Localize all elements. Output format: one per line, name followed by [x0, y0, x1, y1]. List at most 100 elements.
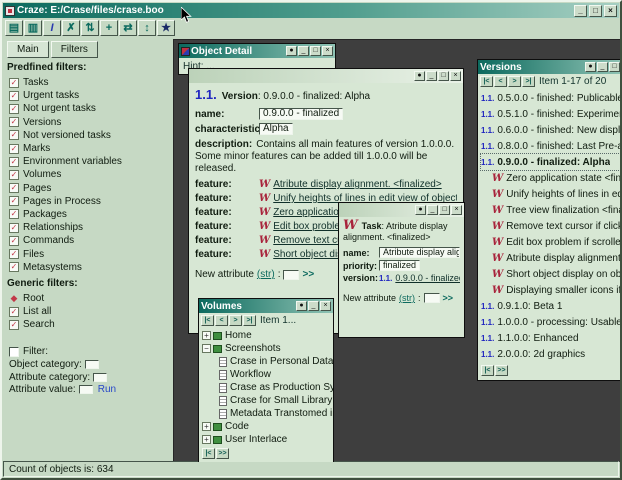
filter-item-not-versioned-tasks[interactable]: ✓ Not versioned tasks — [7, 129, 171, 142]
delete-button[interactable]: ✗ — [62, 20, 80, 36]
object-category-input[interactable] — [84, 360, 99, 370]
swap-button[interactable]: ⇄ — [119, 20, 137, 36]
next-page-button[interactable]: >> — [216, 448, 229, 459]
export-button[interactable]: ▥ — [24, 20, 42, 36]
version-ref-link[interactable]: 0.9.0.0 - finalized: Alpha — [395, 273, 460, 283]
version-item[interactable]: 1.1. 2.0.0.0: 2d graphics — [481, 346, 620, 362]
volume-page[interactable]: Crase as Production Syst — [202, 381, 333, 394]
new-attribute-input[interactable] — [283, 269, 300, 280]
first-page-button[interactable]: |< — [480, 76, 493, 87]
window-minimize-button[interactable]: _ — [308, 301, 319, 311]
version-item-selected[interactable]: 1.1. 0.9.0.0 - finalized: Alpha — [480, 153, 620, 171]
volume-page[interactable]: Metadata Transtomed in — [202, 407, 333, 420]
window-minimize-button[interactable]: _ — [426, 71, 437, 81]
filter-checkbox[interactable] — [9, 346, 19, 357]
prev-page-button[interactable]: < — [215, 315, 228, 326]
expand-link[interactable]: >> — [302, 269, 314, 280]
task-item[interactable]: WTree view finalization <finalized> — [481, 202, 620, 218]
filter-item-environment-variables[interactable]: ✓ Environment variables — [7, 155, 171, 168]
name-input[interactable]: 0.9.0.0 - finalized — [259, 108, 344, 120]
filter-item-relationships[interactable]: ✓ Relationships — [7, 221, 171, 234]
version-window-titlebar[interactable]: ● _ □ × — [189, 69, 463, 83]
window-maximize-button[interactable]: □ — [438, 71, 449, 81]
window-maximize-button[interactable]: □ — [439, 205, 450, 215]
first-page-button[interactable]: |< — [201, 315, 214, 326]
attribute-category-input[interactable] — [93, 372, 108, 382]
volume-folder-user-interlace[interactable]: + User Interlace — [202, 433, 333, 446]
filter-item-metasystems[interactable]: ✓ Metasystems — [7, 261, 171, 274]
window-circle-button[interactable]: ● — [296, 301, 307, 311]
filter-item-marks[interactable]: ✓ Marks — [7, 142, 171, 155]
version-item[interactable]: 1.1. 1.1.0.0: Enhanced — [481, 330, 620, 346]
characteristic-input[interactable]: Alpha — [259, 123, 293, 135]
task-item[interactable]: WShort object display on object — [481, 266, 620, 282]
task-window-titlebar[interactable]: ● _ □ × — [339, 203, 464, 217]
task-item[interactable]: WEdit box problem if scrolled m — [481, 234, 620, 250]
attribute-value-input[interactable] — [78, 385, 93, 395]
task-item[interactable]: WAtribute display alignment. <fin — [481, 250, 620, 266]
filter-item-urgent-tasks[interactable]: ✓ Urgent tasks — [7, 89, 171, 102]
str-link[interactable]: (str) — [399, 293, 415, 303]
new-attribute-input[interactable] — [423, 293, 440, 303]
next-page-button[interactable]: > — [508, 76, 521, 87]
last-page-button[interactable]: >| — [522, 76, 535, 87]
resize-button[interactable]: ↕ — [138, 20, 156, 36]
volume-page[interactable]: Crase in Personal Databa — [202, 355, 333, 368]
object-detail-titlebar[interactable]: Object Detail ● _ □ × — [179, 44, 335, 58]
versions-titlebar[interactable]: Versions ● _ □ — [478, 60, 620, 74]
window-circle-button[interactable]: ● — [286, 46, 297, 56]
version-item[interactable]: 1.1.0.8.0.0 - finished: Last Pre-alpha — [481, 138, 620, 154]
str-link[interactable]: (str) — [257, 269, 275, 280]
window-close-button[interactable]: × — [450, 71, 461, 81]
expand-link[interactable]: >> — [443, 293, 454, 303]
filter-item-search[interactable]: ✓ Search — [7, 318, 171, 331]
volume-folder-code[interactable]: + Code — [202, 420, 333, 433]
feature-link[interactable]: Atribute display alignment. <finalized> — [273, 179, 441, 190]
window-minimize-button[interactable]: _ — [298, 46, 309, 56]
window-circle-button[interactable]: ● — [585, 62, 596, 72]
filter-item-tasks[interactable]: ✓ Tasks — [7, 76, 171, 89]
filter-item-pages[interactable]: ✓ Pages — [7, 182, 171, 195]
next-page-button[interactable]: >> — [495, 365, 508, 376]
collapse-icon[interactable]: − — [202, 344, 211, 353]
window-minimize-button[interactable]: _ — [427, 205, 438, 215]
last-page-button[interactable]: >| — [243, 315, 256, 326]
volume-folder-home[interactable]: + Home — [202, 329, 333, 342]
prev-page-button[interactable]: < — [494, 76, 507, 87]
volume-page[interactable]: Crase for Small Library M — [202, 394, 333, 407]
version-item[interactable]: 1.1. 0.5.0.0 - finished: Publicable — [481, 90, 620, 106]
volumes-titlebar[interactable]: Volumes ● _ × — [199, 299, 333, 313]
version-item[interactable]: 1.1. 0.9.1.0: Beta 1 — [481, 298, 620, 314]
filter-item-root[interactable]: ◆ Root — [7, 292, 171, 305]
window-circle-button[interactable]: ● — [415, 205, 426, 215]
add-button[interactable]: + — [100, 20, 118, 36]
window-close-button[interactable]: × — [320, 301, 331, 311]
task-item[interactable]: WUnify heights of lines in edit view — [481, 186, 620, 202]
filter-item-commands[interactable]: ✓ Commands — [7, 234, 171, 247]
window-maximize-button[interactable]: □ — [609, 62, 620, 72]
expand-icon[interactable]: + — [202, 435, 211, 444]
volume-page[interactable]: Workflow — [202, 368, 333, 381]
window-close-button[interactable]: × — [451, 205, 462, 215]
expand-icon[interactable]: + — [202, 422, 211, 431]
format-button[interactable]: I — [43, 20, 61, 36]
maximize-button[interactable]: □ — [589, 4, 602, 17]
next-page-button[interactable]: > — [229, 315, 242, 326]
version-item[interactable]: 1.1. 0.5.1.0 - finished: Experiments — [481, 106, 620, 122]
titlebar[interactable]: Craze: E:/Crase/files/crase.boo _ □ × — [3, 3, 619, 18]
tab-main[interactable]: Main — [7, 41, 49, 58]
window-close-button[interactable]: × — [322, 46, 333, 56]
first-page-button[interactable]: |< — [481, 365, 494, 376]
task-item[interactable]: WZero application state <finalized> — [481, 170, 620, 186]
priority-input[interactable]: finalized — [379, 260, 421, 271]
volume-folder-screenshots[interactable]: − Screenshots — [202, 342, 333, 355]
filter-item-packages[interactable]: ✓ Packages — [7, 208, 171, 221]
filter-item-list-all[interactable]: ✓ List all — [7, 305, 171, 318]
bookmark-button[interactable]: ★ — [157, 20, 175, 36]
filter-item-files[interactable]: ✓ Files — [7, 247, 171, 260]
expand-icon[interactable]: + — [202, 331, 211, 340]
version-item[interactable]: 1.1.0.6.0.0 - finished: New displaying o… — [481, 122, 620, 138]
run-link[interactable]: Run — [98, 384, 116, 395]
first-page-button[interactable]: |< — [202, 448, 215, 459]
sort-button[interactable]: ⇅ — [81, 20, 99, 36]
